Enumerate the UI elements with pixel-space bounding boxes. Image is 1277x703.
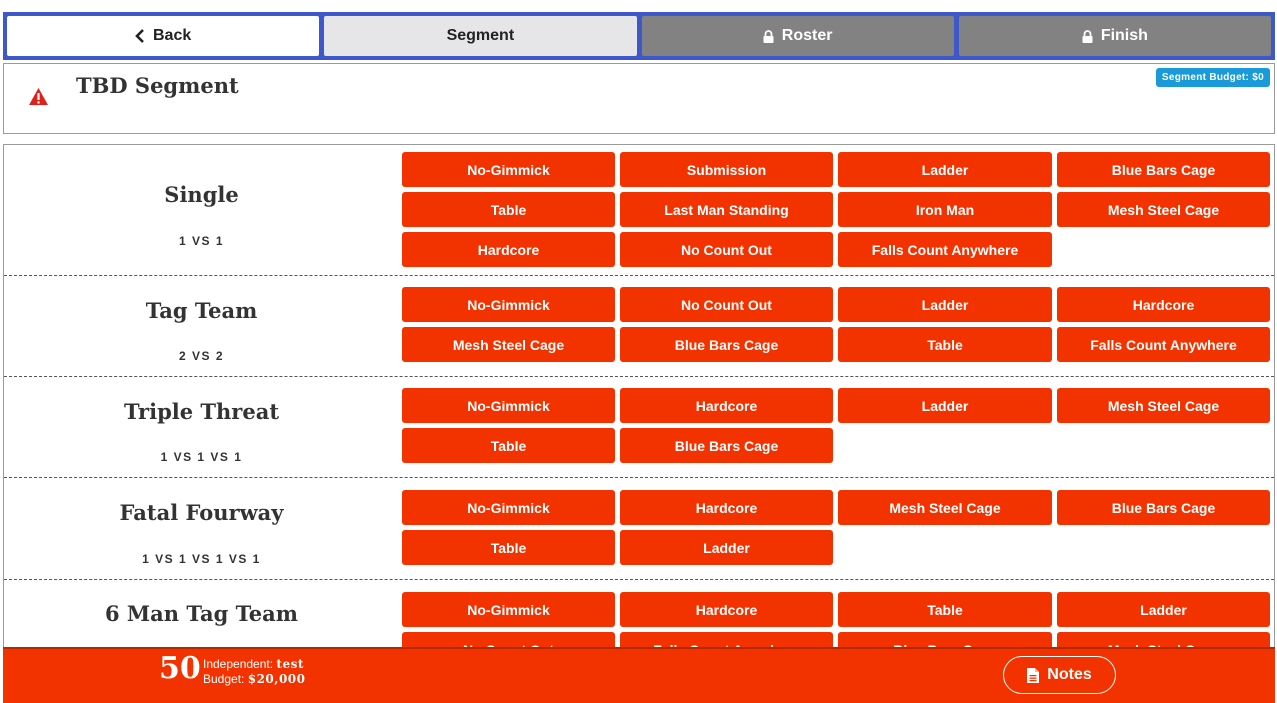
- segment-title: TBD Segment: [76, 73, 239, 98]
- stipulation-button[interactable]: Mesh Steel Cage: [402, 327, 615, 362]
- stipulation-button[interactable]: No-Gimmick: [402, 490, 615, 525]
- stipulation-button[interactable]: Mesh Steel Cage: [1057, 388, 1270, 423]
- segment-budget-badge: Segment Budget: $0: [1155, 68, 1270, 87]
- match-vs: 2 VS 2: [178, 349, 225, 363]
- match-info: Single 1 VS 1: [4, 145, 399, 275]
- stipulation-button[interactable]: Falls Count Anywhere: [838, 232, 1052, 267]
- stipulation-button[interactable]: Table: [402, 530, 615, 565]
- warning-icon: [29, 88, 48, 105]
- stipulation-button[interactable]: Hardcore: [620, 388, 833, 423]
- stipulation-button[interactable]: Mesh Steel Cage: [1057, 192, 1270, 227]
- stipulation-button[interactable]: Ladder: [1057, 592, 1270, 627]
- notes-button[interactable]: Notes: [1003, 656, 1116, 694]
- stipulation-grid: No-Gimmick Hardcore Ladder Mesh Steel Ca…: [402, 388, 1272, 463]
- budget-label: Budget:: [203, 672, 245, 686]
- segment-header: TBD Segment Segment Budget: $0: [3, 63, 1275, 134]
- stipulation-button[interactable]: Blue Bars Cage: [838, 632, 1052, 647]
- match-row-6-man-tag-team: 6 Man Tag Team No-Gimmick Hardcore Table…: [4, 580, 1274, 647]
- promotion-info: Independent: test Budget: $20,000: [203, 657, 306, 687]
- match-info: Tag Team 2 VS 2: [4, 276, 399, 376]
- stipulation-button[interactable]: Blue Bars Cage: [620, 428, 833, 463]
- match-vs: 1 VS 1 VS 1: [160, 450, 243, 464]
- stipulation-button[interactable]: Table: [402, 192, 615, 227]
- match-info: Fatal Fourway 1 VS 1 VS 1 VS 1: [4, 478, 399, 579]
- stipulation-button[interactable]: No Count Out: [402, 632, 615, 647]
- footer-bar: 50 Independent: test Budget: $20,000 Not…: [3, 647, 1275, 703]
- stipulation-button[interactable]: Ladder: [838, 388, 1052, 423]
- stipulation-button[interactable]: Blue Bars Cage: [1057, 490, 1270, 525]
- stipulation-button[interactable]: Hardcore: [620, 592, 833, 627]
- roster-label: Roster: [781, 27, 833, 44]
- stipulation-button[interactable]: Table: [402, 428, 615, 463]
- match-type-list[interactable]: Single 1 VS 1 No-Gimmick Submission Ladd…: [3, 144, 1275, 647]
- lock-icon: [1082, 29, 1093, 43]
- match-info: Triple Threat 1 VS 1 VS 1: [4, 377, 399, 477]
- stipulation-button[interactable]: Table: [838, 592, 1052, 627]
- stipulation-grid: No-Gimmick Hardcore Mesh Steel Cage Blue…: [402, 490, 1272, 565]
- lock-icon: [763, 29, 774, 43]
- chevron-left-icon: [135, 29, 144, 43]
- stipulation-grid: No-Gimmick Hardcore Table Ladder No Coun…: [402, 592, 1272, 647]
- stipulation-button[interactable]: Submission: [620, 152, 833, 187]
- stipulation-grid: No-Gimmick No Count Out Ladder Hardcore …: [402, 287, 1272, 362]
- promotion-line: Independent: test: [203, 657, 306, 672]
- stipulation-grid: No-Gimmick Submission Ladder Blue Bars C…: [402, 152, 1272, 267]
- tab-segment[interactable]: Segment: [324, 16, 637, 56]
- stipulation-button[interactable]: Hardcore: [620, 490, 833, 525]
- tab-roster[interactable]: Roster: [641, 16, 954, 56]
- match-row-triple-threat: Triple Threat 1 VS 1 VS 1 No-Gimmick Har…: [4, 377, 1274, 478]
- stipulation-button[interactable]: Ladder: [838, 287, 1052, 322]
- stipulation-button[interactable]: Mesh Steel Cage: [838, 490, 1052, 525]
- stipulation-button[interactable]: Hardcore: [402, 232, 615, 267]
- stipulation-button[interactable]: Last Man Standing: [620, 192, 833, 227]
- stipulation-button[interactable]: No-Gimmick: [402, 152, 615, 187]
- match-vs: 1 VS 1 VS 1 VS 1: [142, 552, 261, 566]
- stipulation-button[interactable]: No-Gimmick: [402, 388, 615, 423]
- back-label: Back: [153, 27, 192, 44]
- tab-finish[interactable]: Finish: [958, 16, 1271, 56]
- back-button[interactable]: Back: [7, 16, 320, 56]
- stipulation-button[interactable]: No Count Out: [620, 232, 833, 267]
- stipulation-button[interactable]: Iron Man: [838, 192, 1052, 227]
- match-name: Single: [164, 182, 239, 207]
- stipulation-button[interactable]: No-Gimmick: [402, 287, 615, 322]
- match-row-fatal-fourway: Fatal Fourway 1 VS 1 VS 1 VS 1 No-Gimmic…: [4, 478, 1274, 580]
- stipulation-button[interactable]: Ladder: [620, 530, 833, 565]
- match-name: Fatal Fourway: [119, 500, 284, 525]
- promotion-name: test: [276, 657, 304, 671]
- document-icon: [1027, 667, 1040, 683]
- match-row-tag-team: Tag Team 2 VS 2 No-Gimmick No Count Out …: [4, 276, 1274, 377]
- budget-line: Budget: $20,000: [203, 672, 306, 687]
- stipulation-button[interactable]: Blue Bars Cage: [1057, 152, 1270, 187]
- stipulation-button[interactable]: Falls Count Anywhere: [1057, 327, 1270, 362]
- stipulation-button[interactable]: Hardcore: [1057, 287, 1270, 322]
- stipulation-button[interactable]: Ladder: [838, 152, 1052, 187]
- match-info: 6 Man Tag Team: [4, 580, 399, 647]
- stipulation-button[interactable]: Falls Count Anywhere: [620, 632, 833, 647]
- step-nav: Back Segment Roster Finish: [3, 12, 1275, 60]
- match-vs: 1 VS 1: [178, 234, 225, 248]
- notes-label: Notes: [1047, 666, 1092, 683]
- finish-label: Finish: [1100, 27, 1148, 44]
- match-row-single: Single 1 VS 1 No-Gimmick Submission Ladd…: [4, 145, 1274, 276]
- promotion-score: 50: [159, 651, 201, 686]
- stipulation-button[interactable]: No Count Out: [620, 287, 833, 322]
- match-name: 6 Man Tag Team: [105, 601, 298, 626]
- segment-label: Segment: [446, 27, 515, 44]
- match-name: Tag Team: [145, 298, 258, 323]
- stipulation-button[interactable]: Mesh Steel Cage: [1057, 632, 1270, 647]
- budget-value: $20,000: [247, 672, 306, 686]
- match-name: Triple Threat: [123, 399, 280, 424]
- stipulation-button[interactable]: Blue Bars Cage: [620, 327, 833, 362]
- stipulation-button[interactable]: Table: [838, 327, 1052, 362]
- stipulation-button[interactable]: No-Gimmick: [402, 592, 615, 627]
- promotion-label: Independent:: [203, 657, 274, 671]
